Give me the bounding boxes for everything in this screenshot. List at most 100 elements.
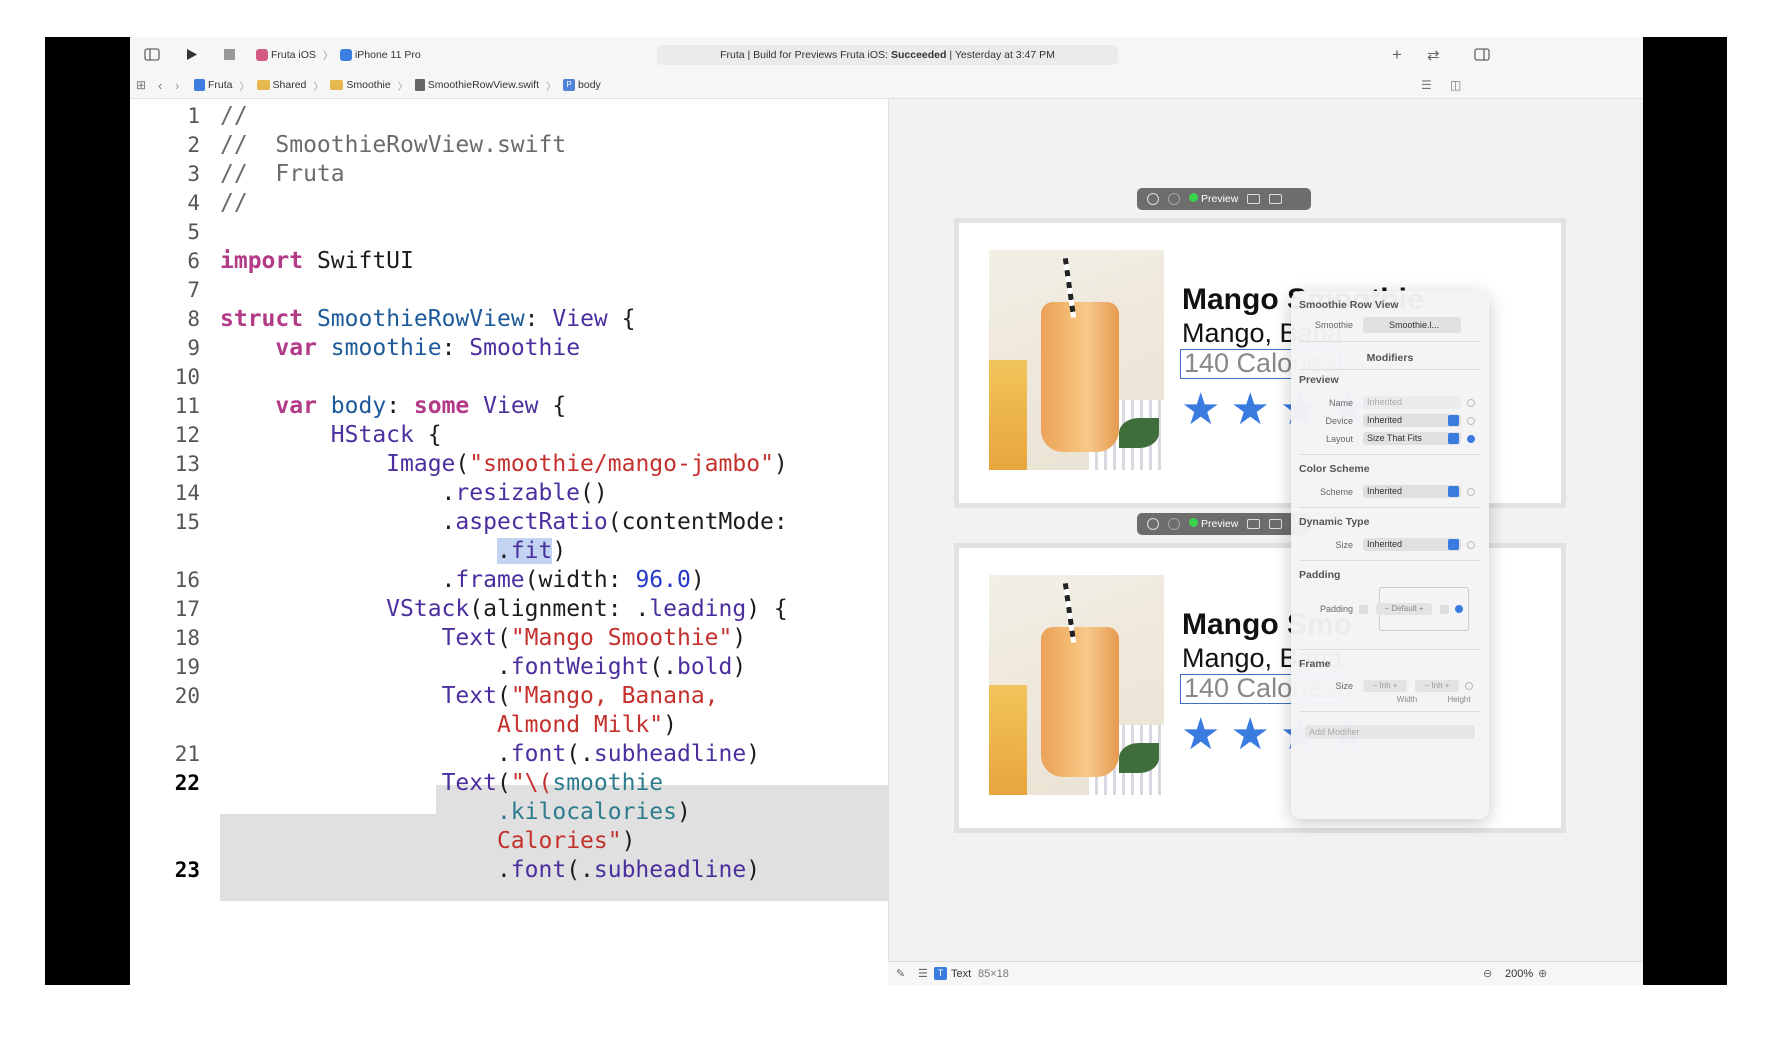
scheme-popup[interactable]: Inherited bbox=[1363, 485, 1461, 498]
modifiers-title: Modifiers bbox=[1366, 352, 1414, 364]
toolbar: Fruta iOS 〉 iPhone 11 Pro Fruta | Build … bbox=[130, 37, 1643, 72]
chevron-updown-icon bbox=[1448, 433, 1459, 444]
navigator-toggle-button[interactable] bbox=[144, 37, 160, 72]
selection-type: Text bbox=[951, 967, 972, 980]
status-dot-icon bbox=[1189, 193, 1198, 202]
size-popup[interactable]: Inherited bbox=[1363, 538, 1461, 551]
app-icon bbox=[256, 48, 268, 61]
folder-icon bbox=[330, 80, 344, 90]
divider bbox=[1299, 711, 1481, 712]
project-icon bbox=[194, 79, 205, 91]
code-editor[interactable]: 1// 2// SmoothieRowView.swift 3// Fruta … bbox=[130, 99, 888, 985]
star-icon: ★ bbox=[1181, 710, 1221, 759]
code-line: 7 bbox=[187, 278, 200, 302]
inspect-icon[interactable] bbox=[1168, 518, 1180, 530]
name-field[interactable]: Inherited bbox=[1363, 396, 1461, 409]
scheme-row: Scheme Inherited bbox=[1291, 485, 1475, 498]
chevron-right-icon: 〉 bbox=[397, 81, 408, 93]
frame-height-stepper[interactable]: − Inh + bbox=[1415, 680, 1459, 692]
preview-canvas[interactable]: Preview Mango Smoothie Mango, Bana 140 C… bbox=[888, 99, 1643, 985]
smoothie-image bbox=[989, 575, 1164, 795]
preview-status[interactable]: Preview bbox=[1189, 193, 1238, 205]
duplicate-preview-icon[interactable] bbox=[1269, 194, 1283, 204]
swift-file-icon bbox=[414, 79, 425, 91]
inspect-icon[interactable] bbox=[1168, 193, 1180, 205]
padding-trailing-toggle[interactable] bbox=[1440, 604, 1449, 614]
status-result: Succeeded bbox=[890, 49, 947, 61]
breadcrumb-item[interactable]: body bbox=[578, 79, 601, 91]
duplicate-preview-icon[interactable] bbox=[1269, 519, 1283, 529]
name-toggle[interactable] bbox=[1467, 398, 1475, 407]
device-toggle[interactable] bbox=[1467, 416, 1475, 425]
swap-arrows-icon: ⇄ bbox=[1427, 46, 1440, 64]
inspector-panel-icon bbox=[1474, 48, 1490, 61]
zoom-in-icon[interactable]: ⊕ bbox=[1538, 967, 1547, 980]
zoom-level: 200% bbox=[1505, 967, 1534, 980]
add-modifier-field[interactable]: Add Modifier bbox=[1305, 725, 1475, 739]
breadcrumb-item[interactable]: Shared bbox=[273, 79, 307, 91]
related-items-icon[interactable]: ☰ bbox=[1421, 78, 1432, 92]
inspector-toggle-button[interactable] bbox=[1474, 37, 1490, 72]
scheme-toggle[interactable] bbox=[1467, 487, 1475, 496]
smoothie-value-field[interactable]: Smoothie.l... bbox=[1363, 317, 1461, 333]
run-button[interactable] bbox=[186, 37, 198, 72]
grid-icon[interactable]: ⊞ bbox=[136, 78, 146, 92]
star-icon: ★ bbox=[1181, 385, 1221, 434]
code-line: 19 .fontWeight(.bold) bbox=[174, 654, 747, 680]
device-popup[interactable]: Inherited bbox=[1363, 414, 1461, 427]
selection-size: 85×18 bbox=[978, 967, 1009, 980]
frame-width-stepper[interactable]: − Inh + bbox=[1363, 680, 1407, 692]
folder-icon bbox=[256, 80, 270, 90]
status-prefix: Fruta | Build for Previews Fruta iOS: bbox=[720, 49, 888, 61]
layout-row: Layout Size That Fits bbox=[1291, 432, 1475, 445]
plus-icon: + bbox=[1392, 44, 1402, 64]
layout-popup[interactable]: Size That Fits bbox=[1363, 432, 1461, 445]
padding-leading-toggle[interactable] bbox=[1359, 604, 1368, 614]
code-line: 23 .font(.subheadline) bbox=[174, 857, 761, 883]
zoom-out-icon[interactable]: ⊖ bbox=[1483, 967, 1492, 980]
device-preview-icon[interactable] bbox=[1247, 194, 1261, 204]
live-preview-icon[interactable] bbox=[1147, 518, 1159, 530]
device-preview-icon[interactable] bbox=[1247, 519, 1261, 529]
property-icon: P bbox=[563, 79, 576, 91]
split-editor-icon[interactable]: ◫ bbox=[1450, 78, 1461, 92]
code-line: 15 .aspectRatio(contentMode: bbox=[174, 509, 788, 535]
code-review-button[interactable]: ⇄ bbox=[1427, 37, 1440, 72]
code-line: Calories") bbox=[496, 828, 636, 854]
breadcrumb-item[interactable]: Fruta bbox=[208, 79, 233, 91]
jump-bar: ⊞ ‹ › Fruta 〉 Shared 〉 Smoothie 〉 Smooth… bbox=[130, 72, 1643, 99]
smoothie-label: Smoothie bbox=[1314, 320, 1353, 330]
divider bbox=[1299, 341, 1481, 342]
divider bbox=[1299, 369, 1481, 370]
padding-stepper[interactable]: − Default + bbox=[1376, 603, 1432, 615]
breadcrumb-item[interactable]: Smoothie bbox=[346, 79, 390, 91]
list-icon[interactable]: ☰ bbox=[918, 967, 928, 980]
text-element-icon: T bbox=[934, 967, 947, 980]
chevron-updown-icon bbox=[1448, 486, 1459, 497]
size-toggle[interactable] bbox=[1467, 540, 1475, 549]
add-button[interactable]: + bbox=[1392, 37, 1402, 72]
pin-icon[interactable]: ✎ bbox=[896, 967, 905, 980]
layout-toggle[interactable] bbox=[1467, 434, 1475, 443]
live-preview-icon[interactable] bbox=[1147, 193, 1159, 205]
code-line: 1// bbox=[187, 103, 248, 129]
code-line: 20 Text("Mango, Banana, bbox=[174, 683, 719, 709]
code-line: 21 .font(.subheadline) bbox=[174, 741, 761, 767]
breadcrumb-item[interactable]: SmoothieRowView.swift bbox=[428, 79, 539, 91]
code-line: 5 bbox=[187, 220, 200, 244]
stop-button[interactable] bbox=[224, 37, 235, 72]
back-icon[interactable]: ‹ bbox=[158, 78, 162, 93]
forward-icon[interactable]: › bbox=[175, 78, 179, 93]
code-line: 14 .resizable() bbox=[174, 480, 608, 506]
chevron-right-icon: 〉 bbox=[546, 81, 557, 93]
frame-toggle[interactable] bbox=[1465, 682, 1473, 690]
sidebar-icon bbox=[144, 48, 160, 61]
code-line: 9 var smoothie: Smoothie bbox=[187, 335, 581, 361]
code-line: 12 HStack { bbox=[174, 422, 442, 448]
padding-toggle[interactable] bbox=[1455, 605, 1463, 613]
divider bbox=[1299, 454, 1481, 455]
code-line: .kilocalories) bbox=[496, 799, 691, 825]
scheme-selector[interactable]: Fruta iOS 〉 iPhone 11 Pro bbox=[256, 37, 421, 72]
code-line: 4// bbox=[187, 190, 248, 216]
preview-status[interactable]: Preview bbox=[1189, 518, 1238, 530]
